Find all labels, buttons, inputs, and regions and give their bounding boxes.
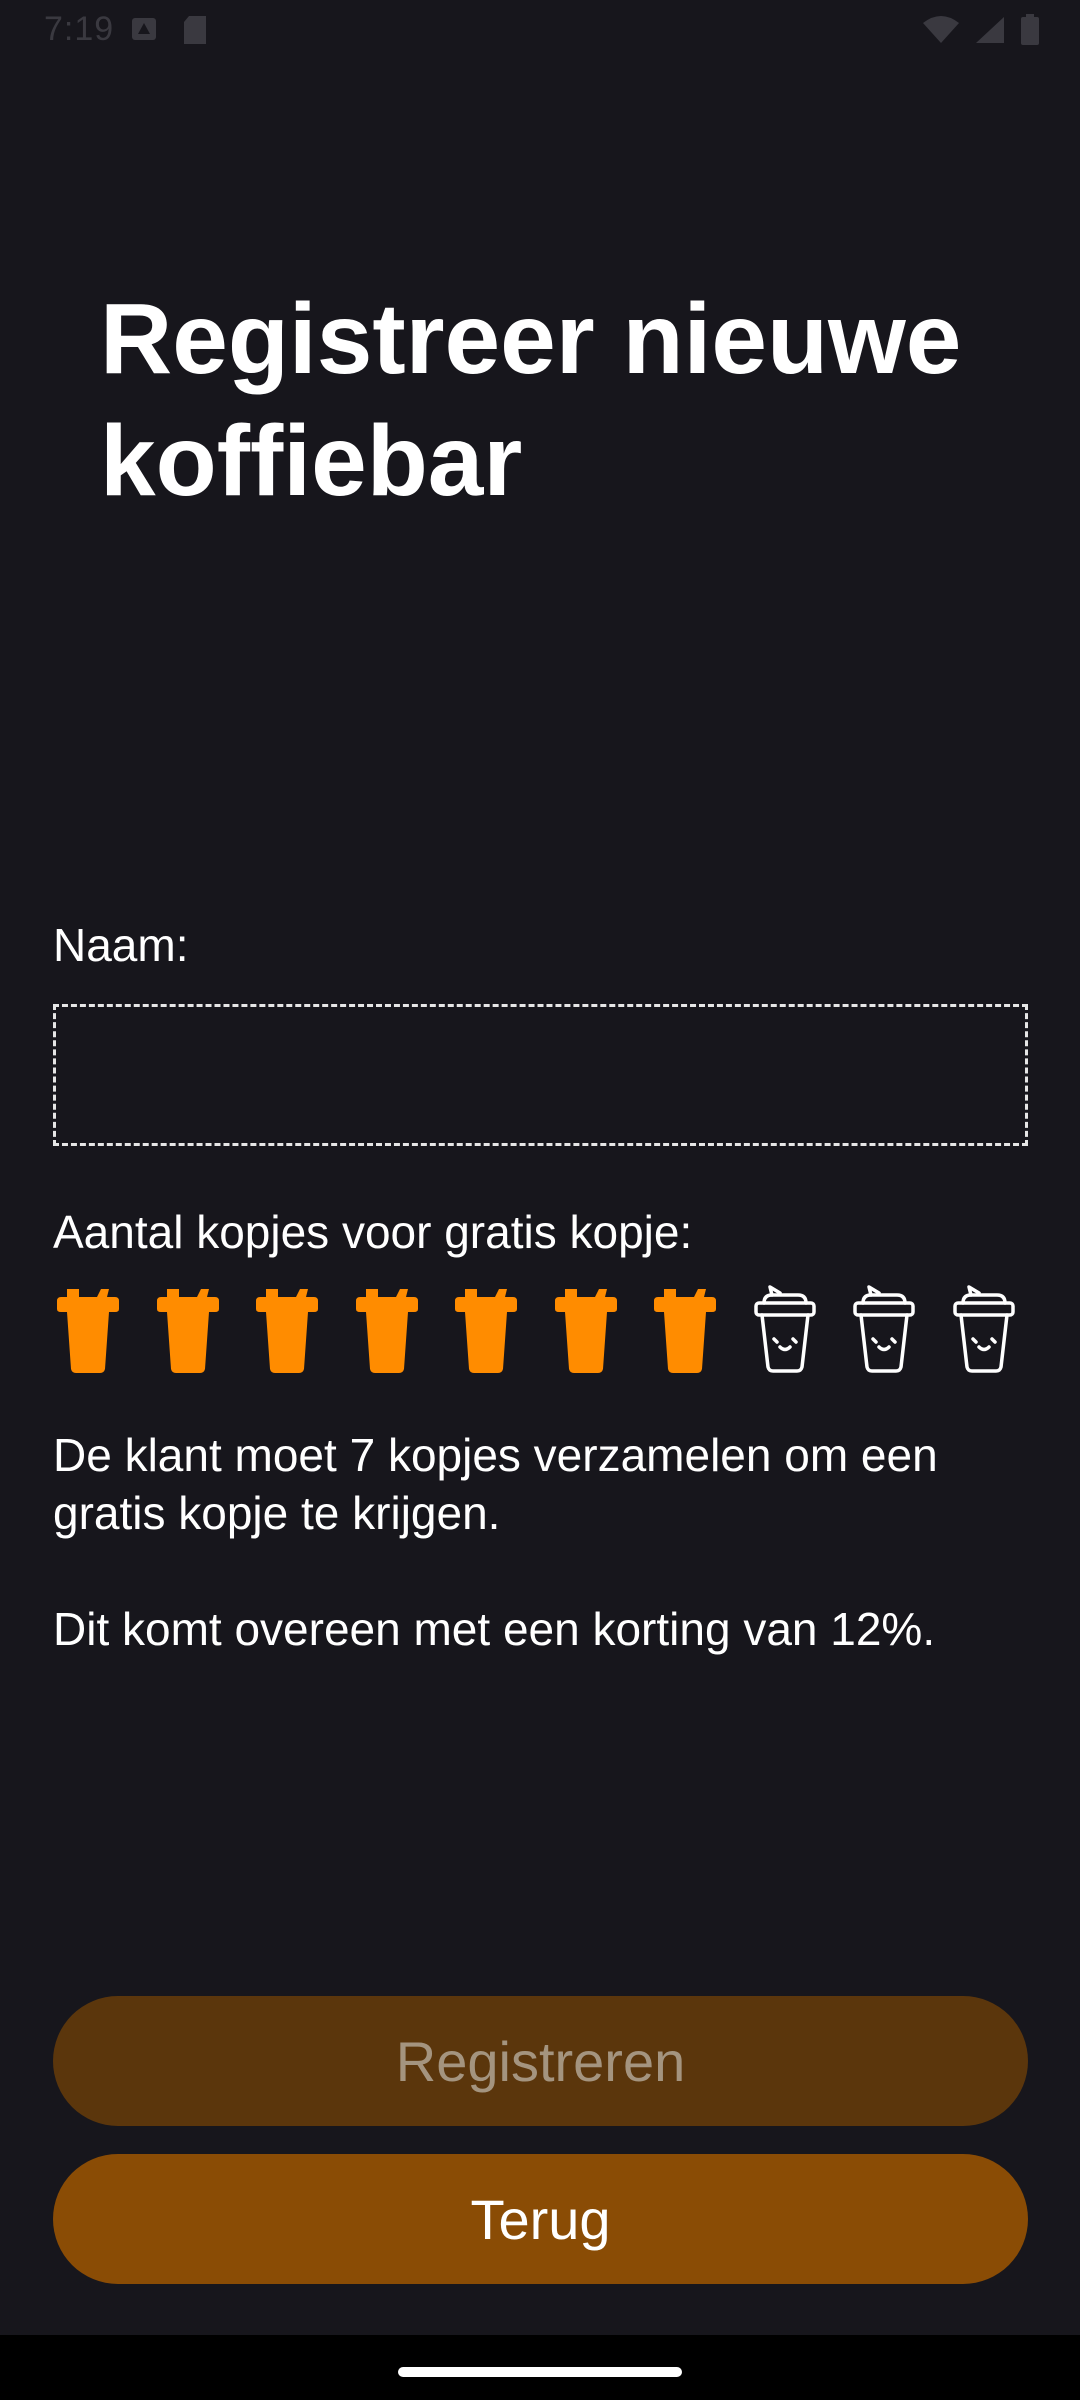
info-discount-text: Dit komt overeen met een korting van 12%… [53, 1603, 936, 1655]
coffee-cup-filled-icon[interactable] [53, 1285, 123, 1375]
cups-label: Aantal kopjes voor gratis kopje: [53, 1206, 693, 1258]
coffee-cup-filled-icon[interactable] [551, 1285, 621, 1375]
coffee-cup-outline-icon[interactable] [750, 1285, 820, 1375]
back-button[interactable]: Terug [53, 2154, 1028, 2284]
coffee-cup-filled-icon[interactable] [252, 1285, 322, 1375]
notification-icon [130, 14, 158, 51]
coffee-cup-outline-icon[interactable] [849, 1285, 919, 1375]
screen: 7:19 Registreer nieuwe koffiebar Naam: A… [0, 0, 1080, 2400]
battery-icon [1020, 14, 1040, 51]
sd-card-icon [182, 14, 208, 51]
register-button[interactable]: Registreren [53, 1996, 1028, 2126]
status-right-icons [922, 14, 1040, 51]
coffee-cup-filled-icon[interactable] [153, 1285, 223, 1375]
page-title: Registreer nieuwe koffiebar [100, 283, 962, 517]
wifi-icon [922, 15, 960, 50]
coffee-cup-filled-icon[interactable] [352, 1285, 422, 1375]
signal-icon [974, 15, 1006, 50]
info-cups-text: De klant moet 7 kopjes verzamelen om een… [53, 1429, 938, 1539]
navigation-bar [0, 2335, 1080, 2400]
coffee-cup-filled-icon[interactable] [451, 1285, 521, 1375]
status-left-icons [130, 14, 208, 51]
name-input[interactable] [53, 1004, 1028, 1146]
home-handle[interactable] [398, 2367, 682, 2377]
cups-selector [53, 1285, 1028, 1375]
status-bar: 7:19 [0, 0, 1080, 62]
status-time: 7:19 [44, 10, 115, 48]
name-label: Naam: [53, 919, 189, 971]
coffee-cup-outline-icon[interactable] [949, 1285, 1019, 1375]
coffee-cup-filled-icon[interactable] [650, 1285, 720, 1375]
